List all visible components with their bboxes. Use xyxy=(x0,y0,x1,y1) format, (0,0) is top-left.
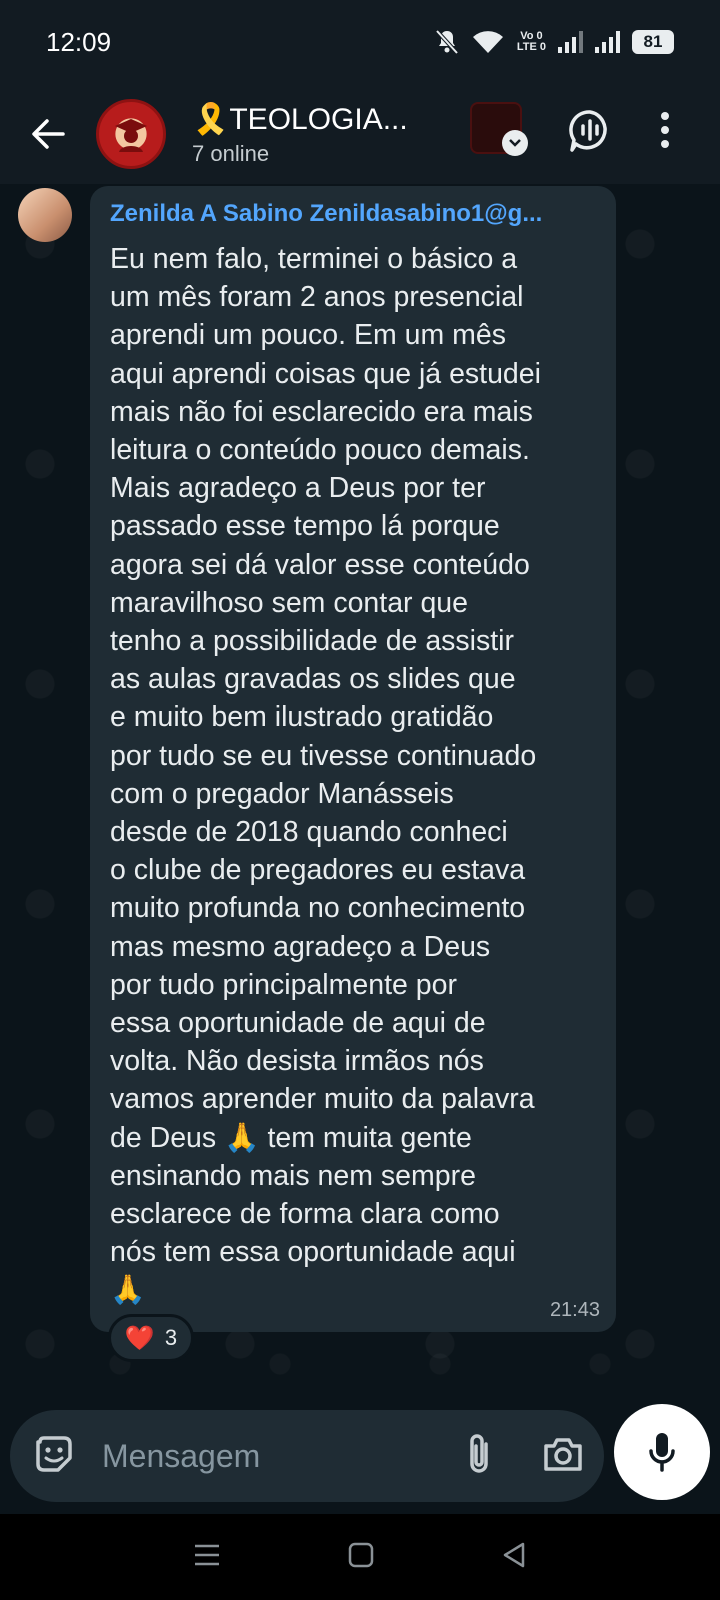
mic-button[interactable] xyxy=(614,1404,710,1500)
mute-icon xyxy=(435,29,459,55)
heart-icon: ❤️ xyxy=(124,1324,155,1352)
back-nav-button[interactable] xyxy=(501,1541,527,1574)
online-count: 7 online xyxy=(192,140,270,166)
reaction-chip[interactable]: ❤️ 3 xyxy=(108,1314,194,1362)
status-icons: Vo 0 LTE 0 81 xyxy=(435,29,674,55)
more-options-button[interactable] xyxy=(660,110,670,155)
sticker-icon[interactable] xyxy=(34,1434,74,1479)
graduate-icon xyxy=(115,119,147,152)
square-icon xyxy=(348,1542,374,1567)
camera-icon[interactable] xyxy=(542,1436,584,1477)
message-bubble[interactable]: Zenilda A Sabino Zenildasabino1@g... Eu … xyxy=(90,186,616,1332)
status-bar: 12:09 Vo 0 LTE 0 81 xyxy=(0,0,720,84)
network-bottom-label: LTE 0 xyxy=(516,41,546,53)
chat-title-block[interactable]: 🎗️TEOLOGIA... 7 online xyxy=(192,102,426,167)
message-composer xyxy=(10,1410,604,1502)
home-button[interactable] xyxy=(348,1542,374,1573)
menu-icon xyxy=(195,1544,220,1565)
back-button[interactable] xyxy=(0,84,96,184)
signal-icon-1 xyxy=(558,31,583,53)
group-title: 🎗️TEOLOGIA... xyxy=(192,102,408,136)
battery-icon: 81 xyxy=(632,30,674,54)
message-input[interactable] xyxy=(102,1437,402,1475)
status-time: 12:09 xyxy=(46,26,112,57)
chat-header: 🎗️TEOLOGIA... 7 online xyxy=(0,84,720,184)
group-avatar[interactable] xyxy=(96,99,166,169)
system-nav-bar xyxy=(0,1514,720,1600)
back-arrow-icon xyxy=(32,119,65,149)
voice-chat-button[interactable] xyxy=(568,108,612,159)
mic-icon xyxy=(649,1433,675,1472)
chevron-down-icon[interactable] xyxy=(502,130,528,156)
message-text: Eu nem falo, terminei o básico a um mês … xyxy=(110,243,541,1307)
triangle-back-icon xyxy=(503,1542,524,1567)
reaction-count: 3 xyxy=(164,1325,178,1350)
sender-avatar[interactable] xyxy=(18,188,72,242)
message-time: 21:43 xyxy=(549,1299,600,1321)
recents-button[interactable] xyxy=(193,1543,221,1572)
signal-icon-2 xyxy=(595,31,620,53)
attach-icon[interactable] xyxy=(464,1432,494,1481)
wifi-icon xyxy=(472,31,503,53)
network-type: Vo 0 LTE 0 xyxy=(517,31,546,53)
sender-name[interactable]: Zenilda A Sabino Zenildasabino1@g... xyxy=(110,200,598,236)
chat-area[interactable]: Zenilda A Sabino Zenildasabino1@g... Eu … xyxy=(0,184,720,1514)
more-vert-icon xyxy=(661,112,669,148)
voice-chat-icon xyxy=(569,110,607,152)
